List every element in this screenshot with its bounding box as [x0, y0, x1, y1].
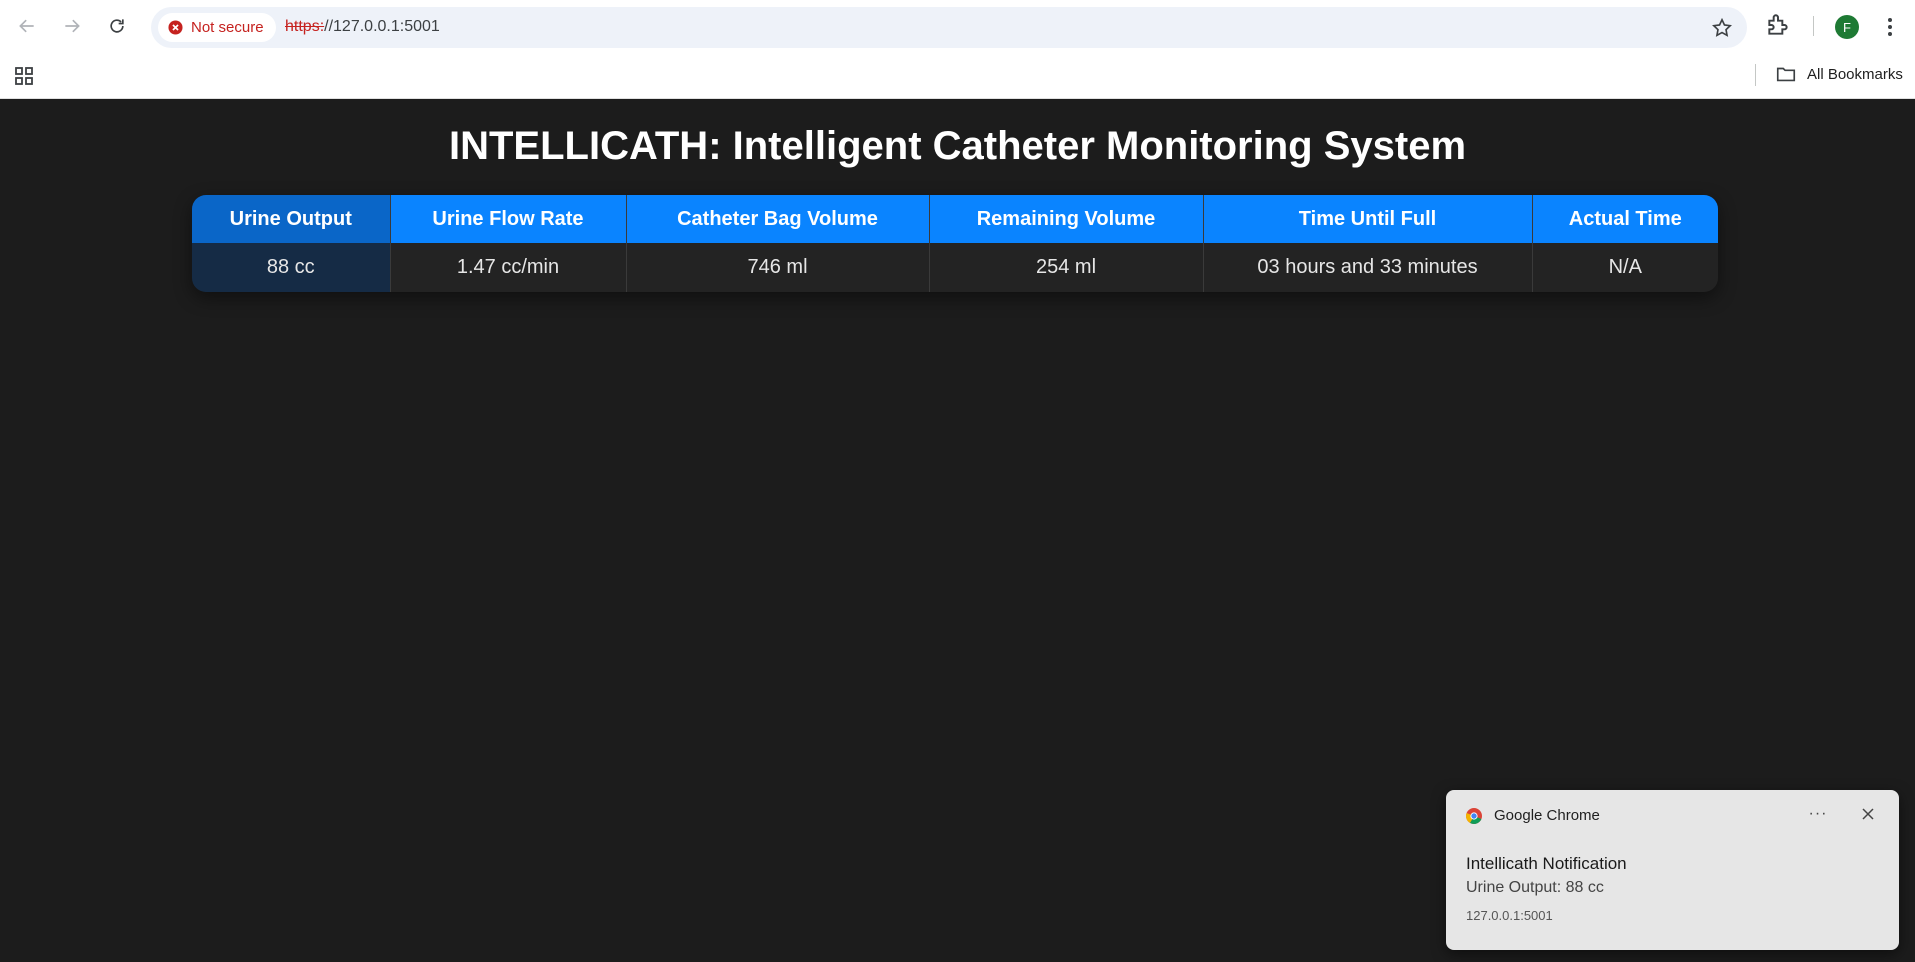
- warning-icon: [168, 20, 183, 35]
- chrome-logo-icon: [1466, 807, 1482, 824]
- cell-urine-output: 88 cc: [192, 243, 391, 292]
- close-icon[interactable]: [1856, 802, 1880, 826]
- notification-header: Google Chrome: [1466, 807, 1600, 824]
- security-label: Not secure: [191, 19, 264, 36]
- back-button[interactable]: [11, 10, 43, 42]
- reload-icon: [110, 19, 124, 33]
- cell-urine-flow-rate: 1.47 cc/min: [390, 243, 627, 292]
- notification-title: Intellicath Notification: [1466, 854, 1627, 873]
- forward-button[interactable]: [56, 10, 88, 42]
- bookmarks-divider: [1755, 64, 1756, 86]
- all-bookmarks-label: All Bookmarks: [1807, 65, 1903, 83]
- star-icon[interactable]: [1711, 17, 1733, 39]
- cell-catheter-bag-volume: 746 ml: [626, 243, 930, 292]
- page-title: INTELLICATH: Intelligent Catheter Monito…: [448, 124, 1467, 168]
- header-catheter-bag-volume: Catheter Bag Volume: [626, 195, 930, 243]
- forward-icon: [65, 19, 80, 33]
- security-chip[interactable]: Not secure: [158, 13, 276, 42]
- cell-actual-time: N/A: [1532, 243, 1718, 292]
- url-text[interactable]: https://127.0.0.1:5001: [285, 18, 440, 36]
- notification-more-button[interactable]: ···: [1806, 802, 1830, 826]
- folder-icon: [1776, 67, 1796, 82]
- table-row: 88 cc 1.47 cc/min 746 ml 254 ml 03 hours…: [192, 243, 1718, 292]
- browser-toolbar: Not secure https://127.0.0.1:5001 F: [0, 0, 1915, 52]
- bookmarks-bar: All Bookmarks: [0, 52, 1915, 99]
- toolbar-divider: [1813, 16, 1814, 36]
- reload-button[interactable]: [101, 10, 133, 42]
- chrome-notification[interactable]: Google Chrome ··· Intellicath Notificati…: [1446, 790, 1899, 950]
- kebab-menu-icon[interactable]: [1880, 14, 1900, 40]
- monitoring-table: Urine Output Urine Flow Rate Catheter Ba…: [192, 195, 1718, 292]
- notification-body: Urine Output: 88 cc: [1466, 879, 1604, 896]
- header-time-until-full: Time Until Full: [1203, 195, 1533, 243]
- all-bookmarks-button[interactable]: All Bookmarks: [1775, 63, 1903, 85]
- back-icon: [19, 19, 34, 33]
- url-host: //127.0.0.1:5001: [324, 18, 440, 35]
- header-urine-output: Urine Output: [192, 195, 391, 243]
- apps-grid-icon[interactable]: [12, 64, 36, 88]
- cell-remaining-volume: 254 ml: [929, 243, 1204, 292]
- profile-avatar[interactable]: F: [1835, 15, 1859, 39]
- header-actual-time: Actual Time: [1532, 195, 1718, 243]
- header-remaining-volume: Remaining Volume: [929, 195, 1204, 243]
- url-protocol: https:: [285, 18, 325, 35]
- header-urine-flow-rate: Urine Flow Rate: [390, 195, 627, 243]
- cell-time-until-full: 03 hours and 33 minutes: [1203, 243, 1533, 292]
- extensions-icon[interactable]: [1765, 12, 1791, 38]
- table-header-row: Urine Output Urine Flow Rate Catheter Ba…: [192, 195, 1718, 243]
- notification-app-name: Google Chrome: [1494, 807, 1600, 824]
- address-bar[interactable]: Not secure https://127.0.0.1:5001: [151, 7, 1747, 48]
- notification-origin: 127.0.0.1:5001: [1466, 908, 1553, 923]
